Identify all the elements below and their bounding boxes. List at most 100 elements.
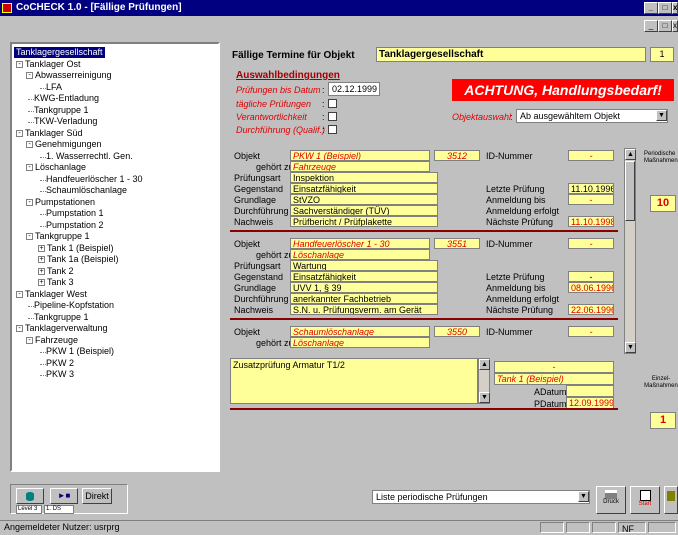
tree-item[interactable]: Tank 3 bbox=[47, 277, 74, 288]
record-gegenstand[interactable]: Einsatzfähigkeit bbox=[290, 271, 438, 282]
goto-button[interactable]: ►■ bbox=[50, 488, 78, 504]
tree-item[interactable]: Pumpstationen bbox=[35, 197, 95, 208]
tree-item[interactable]: Handfeuerlöscher 1 - 30 bbox=[46, 174, 143, 185]
report-chevron-down-icon[interactable]: ▼ bbox=[578, 491, 589, 502]
adatum-field[interactable] bbox=[566, 385, 614, 397]
record-durchfuehrung[interactable]: anerkannter Fachbetrieb bbox=[290, 293, 438, 304]
scroll-down-icon[interactable]: ▼ bbox=[625, 342, 636, 353]
tree-item[interactable]: Pumpstation 2 bbox=[46, 220, 104, 231]
start-button[interactable]: Start bbox=[630, 486, 660, 514]
tree-item[interactable]: Pipeline-Kopfstation bbox=[34, 300, 114, 311]
collapse-icon[interactable]: - bbox=[26, 164, 33, 171]
tree-item[interactable]: Tank 1 (Beispiel) bbox=[47, 243, 114, 254]
maximize-button[interactable]: □ bbox=[658, 2, 672, 14]
tree-item[interactable]: PKW 3 bbox=[46, 369, 74, 380]
expand-icon[interactable]: + bbox=[38, 244, 45, 252]
record-grundlage[interactable]: UVV 1, § 39 bbox=[290, 282, 438, 293]
tree-item[interactable]: PKW 1 (Beispiel) bbox=[46, 346, 114, 357]
tree-item[interactable]: Tankgruppe 1 bbox=[34, 312, 89, 323]
collapse-icon[interactable]: - bbox=[26, 72, 33, 79]
record-objekt[interactable]: Handfeuerlöscher 1 - 30 bbox=[290, 238, 430, 249]
tree-item[interactable]: LFA bbox=[46, 82, 62, 93]
collapse-icon[interactable]: - bbox=[16, 325, 23, 332]
collapse-icon[interactable]: - bbox=[26, 141, 33, 148]
record-letzte[interactable]: - bbox=[568, 271, 614, 282]
qualification-checkbox[interactable] bbox=[328, 125, 337, 134]
expand-icon[interactable]: + bbox=[38, 267, 45, 275]
responsibility-checkbox[interactable] bbox=[328, 112, 337, 121]
exit-button[interactable] bbox=[664, 486, 678, 514]
record-gegenstand[interactable]: Einsatzfähigkeit bbox=[290, 183, 438, 194]
collapse-icon[interactable]: - bbox=[26, 233, 33, 240]
records-scrollbar[interactable]: ▲ ▼ bbox=[624, 148, 636, 354]
collapse-icon[interactable]: - bbox=[16, 129, 23, 137]
scroll-thumb[interactable] bbox=[625, 161, 635, 221]
mdi-close-button[interactable]: x bbox=[672, 20, 678, 32]
tree-item[interactable]: Tankgruppe 1 bbox=[34, 105, 89, 116]
tree-item[interactable]: Abwasserreinigung bbox=[35, 70, 112, 81]
record-id[interactable]: - bbox=[568, 150, 614, 161]
record-id[interactable]: - bbox=[568, 238, 614, 249]
daily-checks-checkbox[interactable] bbox=[328, 99, 337, 108]
tree-item[interactable]: Tank 2 bbox=[47, 266, 74, 277]
record-id[interactable]: - bbox=[568, 326, 614, 337]
record-anmeldung-bis[interactable]: 08.06.1996 bbox=[568, 282, 614, 293]
note-scroll-up-icon[interactable]: ▲ bbox=[479, 359, 490, 370]
tree-item[interactable]: Tanklager Süd bbox=[25, 128, 83, 139]
direkt-button[interactable]: Direkt bbox=[82, 488, 112, 504]
tree-item[interactable]: 1. Wasserrechtl. Gen. bbox=[46, 151, 133, 162]
single-count[interactable]: 1 bbox=[650, 412, 676, 429]
tree-item[interactable]: Löschanlage bbox=[35, 162, 86, 173]
tree-item[interactable]: Tanklagerverwaltung bbox=[25, 323, 108, 334]
record-number[interactable]: 3512 bbox=[434, 150, 480, 161]
record-number[interactable]: 3550 bbox=[434, 326, 480, 337]
tree-item[interactable]: Tanklager Ost bbox=[25, 59, 81, 70]
record-number[interactable]: 3551 bbox=[434, 238, 480, 249]
record-naechste[interactable]: 22.06.1996 bbox=[568, 304, 614, 315]
collapse-icon[interactable]: - bbox=[26, 198, 33, 206]
record-letzte[interactable]: 11.10.1996 bbox=[568, 183, 614, 194]
record-objekt[interactable]: Schaumlöschanlage bbox=[290, 326, 430, 337]
database-button[interactable] bbox=[16, 488, 44, 504]
collapse-icon[interactable]: - bbox=[16, 290, 23, 298]
tree-item[interactable]: TKW-Verladung bbox=[34, 116, 97, 127]
record-anmeldung-bis[interactable]: - bbox=[568, 194, 614, 205]
record-objekt[interactable]: PKW 1 (Beispiel) bbox=[290, 150, 430, 161]
report-select[interactable]: Liste periodische Prüfungen ▼ bbox=[372, 490, 590, 504]
tree-item[interactable]: Pumpstation 1 bbox=[46, 208, 104, 219]
tree-item[interactable]: KWG-Entladung bbox=[34, 93, 99, 104]
tree-item[interactable]: Schaumlöschanlage bbox=[46, 185, 127, 196]
chevron-down-icon[interactable]: ▼ bbox=[656, 110, 667, 121]
due-date-input[interactable]: 02.12.1999 bbox=[328, 82, 380, 96]
scroll-up-icon[interactable]: ▲ bbox=[625, 149, 636, 160]
record-grundlage[interactable]: StVZO bbox=[290, 194, 438, 205]
note-scroll-down-icon[interactable]: ▼ bbox=[479, 392, 490, 403]
extra-note-scrollbar[interactable]: ▲ ▼ bbox=[478, 358, 490, 404]
record-gehoert-zu[interactable]: Löschanlage bbox=[290, 337, 430, 348]
collapse-icon[interactable]: - bbox=[16, 60, 23, 68]
tree-item[interactable]: Tank 1a (Beispiel) bbox=[47, 254, 119, 265]
periodic-count[interactable]: 10 bbox=[650, 195, 676, 212]
print-button[interactable]: Druck bbox=[596, 486, 626, 514]
tree-item[interactable]: Tanklager West bbox=[25, 289, 87, 300]
tree-item[interactable]: Genehmigungen bbox=[35, 139, 102, 150]
record-gehoert-zu[interactable]: Fahrzeuge bbox=[290, 161, 430, 172]
object-select-dropdown[interactable]: Ab ausgewähltem Objekt ▼ bbox=[516, 109, 668, 123]
tree-item[interactable]: Tankgruppe 1 bbox=[35, 231, 90, 242]
mdi-minimize-button[interactable]: _ bbox=[644, 20, 658, 32]
minimize-button[interactable]: _ bbox=[644, 2, 658, 14]
tree-item[interactable]: PKW 2 bbox=[46, 358, 74, 369]
record-durchfuehrung[interactable]: Sachverständiger (TÜV) bbox=[290, 205, 438, 216]
extra-note-field[interactable]: Zusatzprüfung Armatur T1/2 bbox=[230, 358, 478, 404]
expand-icon[interactable]: + bbox=[38, 279, 45, 286]
tree-item[interactable]: Fahrzeuge bbox=[35, 335, 78, 346]
tree-item[interactable]: Tanklagergesellschaft bbox=[14, 47, 105, 58]
object-tree[interactable]: Tanklagergesellschaft - Tanklager Ost - Abwa… bbox=[10, 42, 220, 472]
record-nachweis[interactable]: S.N. u. Prüfungsverm. am Gerät bbox=[290, 304, 438, 315]
record-pruefungsart[interactable]: Inspektion bbox=[290, 172, 438, 183]
collapse-icon[interactable]: - bbox=[26, 336, 33, 344]
close-button[interactable]: x bbox=[672, 2, 678, 14]
record-gehoert-zu[interactable]: Löschanlage bbox=[290, 249, 430, 260]
record-naechste[interactable]: 11.10.1998 bbox=[568, 216, 614, 227]
record-pruefungsart[interactable]: Wartung bbox=[290, 260, 438, 271]
